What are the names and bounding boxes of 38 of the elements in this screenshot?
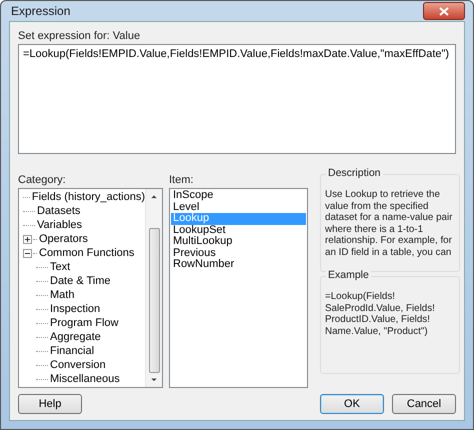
tree-item[interactable]: Fields (history_actions) [32, 191, 145, 203]
expand-icon[interactable] [23, 234, 32, 244]
tree-item[interactable]: Variables [37, 219, 82, 231]
close-icon [439, 6, 449, 16]
window-title: Expression [11, 4, 70, 18]
tree-item[interactable]: Aggregate [50, 331, 101, 343]
cancel-button[interactable]: Cancel [392, 394, 456, 414]
help-button[interactable]: Help [18, 394, 82, 414]
ok-button[interactable]: OK [320, 394, 384, 414]
group-title: Description [326, 168, 383, 180]
group-title: Example [326, 270, 371, 282]
tree-item[interactable]: Datasets [37, 205, 80, 217]
scrollbar[interactable] [145, 189, 162, 387]
list-item[interactable]: RowNumber [171, 259, 306, 270]
tree-item[interactable]: Program Flow [50, 317, 118, 329]
list-item[interactable]: Level [171, 202, 306, 213]
list-item[interactable]: LookupSet [171, 224, 306, 236]
example-text: =Lookup(Fields! SaleProdId.Value, Fields! ProductID.Value, Fields! Name.Value, "Product") [325, 291, 436, 337]
expression-label: Set expression for: Value [18, 30, 142, 42]
tree-item[interactable]: Financial [50, 345, 94, 357]
tree-item[interactable]: Operators [39, 233, 88, 245]
list-item[interactable]: MultiLookup [171, 236, 306, 248]
description-text: Use Lookup to retrieve the value from the specified dataset for a name-value pair where there is a 1-to-1 relationship. For example, for an ID field in a table, you can [325, 189, 454, 258]
tree-item[interactable]: Inspection [50, 303, 100, 315]
collapse-icon[interactable] [23, 248, 32, 258]
tree-item[interactable]: Conversion [50, 359, 106, 371]
tree-item[interactable]: Text [50, 261, 70, 273]
close-button[interactable] [423, 2, 465, 20]
tree-item[interactable]: Date & Time [50, 275, 111, 287]
category-label: Category: [18, 174, 67, 186]
list-item[interactable]: InScope [171, 190, 306, 202]
list-item[interactable]: Previous [171, 248, 306, 259]
tree-item[interactable]: Math [50, 289, 74, 301]
expression-field[interactable]: =Lookup(Fields!EMPID.Value,Fields!EMPID.Value,Fields!maxDate.Value,"maxEffDate") [18, 44, 456, 154]
tree-item[interactable]: Common Functions [39, 247, 134, 259]
scroll-thumb[interactable] [148, 228, 160, 372]
tree-item[interactable]: Miscellaneous [50, 373, 120, 385]
item-label: Item: [169, 174, 194, 186]
